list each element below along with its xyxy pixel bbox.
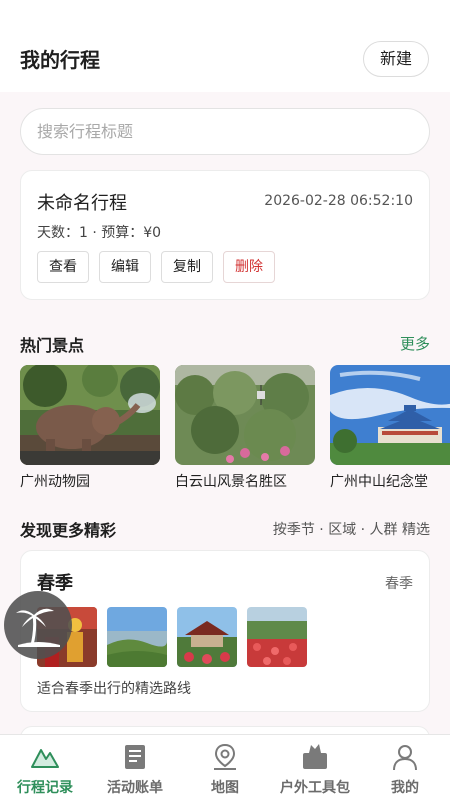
tab-label: 我的 bbox=[391, 780, 419, 796]
season-card[interactable]: 春季 春季 适合春季出行的精选路线 bbox=[20, 550, 430, 712]
tab-toolkit[interactable]: 户外工具包 bbox=[270, 735, 360, 800]
mountain-icon bbox=[31, 749, 59, 768]
delete-button[interactable]: 删除 bbox=[223, 251, 275, 283]
discover-filters[interactable]: 按季节 · 区域 · 人群 精选 bbox=[273, 519, 430, 539]
trip-card[interactable]: 未命名行程 2026-02-28 06:52:10 天数：1 · 预算：¥0 查… bbox=[20, 170, 430, 300]
search-input[interactable]: 搜索行程标题 bbox=[20, 108, 430, 155]
season-tag: 春季 bbox=[385, 576, 413, 592]
tab-label: 行程记录 bbox=[17, 780, 73, 796]
tab-profile[interactable]: 我的 bbox=[360, 735, 450, 800]
trip-meta: 天数：1 · 预算：¥0 bbox=[37, 225, 162, 241]
elephant-photo bbox=[20, 365, 160, 465]
bill-icon bbox=[125, 745, 145, 769]
garden-pavilion-photo bbox=[177, 607, 237, 667]
copy-button[interactable]: 复制 bbox=[161, 251, 213, 283]
bottom-tab-bar: 行程记录 活动账单 地图 户外工具包 我的 bbox=[0, 734, 450, 800]
tab-map[interactable]: 地图 bbox=[180, 735, 270, 800]
hot-spots-row[interactable]: 广州动物园 白云山风景名胜区 广州中山纪念堂 bbox=[20, 365, 450, 495]
map-pin-icon bbox=[214, 743, 236, 770]
trip-actions: 查看 编辑 复制 删除 bbox=[37, 251, 275, 283]
tab-label: 活动账单 bbox=[107, 780, 163, 796]
season-description: 适合春季出行的精选路线 bbox=[37, 681, 191, 697]
next-season-card[interactable] bbox=[20, 726, 430, 734]
flower-field-photo bbox=[247, 607, 307, 667]
scenic-caption: 广州动物园 bbox=[20, 474, 90, 490]
header: 我的行程 新建 bbox=[0, 0, 450, 92]
scenic-card-baiyun[interactable]: 白云山风景名胜区 bbox=[175, 365, 315, 491]
edit-button[interactable]: 编辑 bbox=[99, 251, 151, 283]
tab-trips[interactable]: 行程记录 bbox=[0, 735, 90, 800]
user-icon bbox=[393, 745, 417, 771]
valley-view-photo bbox=[107, 607, 167, 667]
scenic-caption: 白云山风景名胜区 bbox=[175, 474, 287, 490]
floating-action-button[interactable] bbox=[4, 591, 72, 659]
trip-datetime: 2026-02-28 06:52:10 bbox=[264, 193, 413, 209]
discover-title: 发现更多精彩 bbox=[20, 521, 117, 540]
scenic-caption: 广州中山纪念堂 bbox=[330, 474, 428, 490]
more-link[interactable]: 更多 bbox=[400, 333, 430, 354]
scenic-card-zoo[interactable]: 广州动物园 bbox=[20, 365, 160, 491]
mountain-forest-photo bbox=[175, 365, 315, 465]
toolkit-icon bbox=[303, 744, 327, 769]
tab-label: 户外工具包 bbox=[280, 780, 350, 796]
new-trip-button[interactable]: 新建 bbox=[363, 41, 429, 77]
tab-label: 地图 bbox=[211, 780, 239, 796]
scenic-card-memorial[interactable]: 广州中山纪念堂 bbox=[330, 365, 450, 491]
memorial-hall-photo bbox=[330, 365, 450, 465]
trip-name: 未命名行程 bbox=[37, 193, 127, 214]
tab-bills[interactable]: 活动账单 bbox=[90, 735, 180, 800]
view-button[interactable]: 查看 bbox=[37, 251, 89, 283]
page-title: 我的行程 bbox=[20, 48, 100, 72]
hot-spots-title: 热门景点 bbox=[20, 336, 85, 355]
season-thumbs bbox=[37, 607, 307, 667]
palm-beach-icon bbox=[16, 608, 60, 647]
